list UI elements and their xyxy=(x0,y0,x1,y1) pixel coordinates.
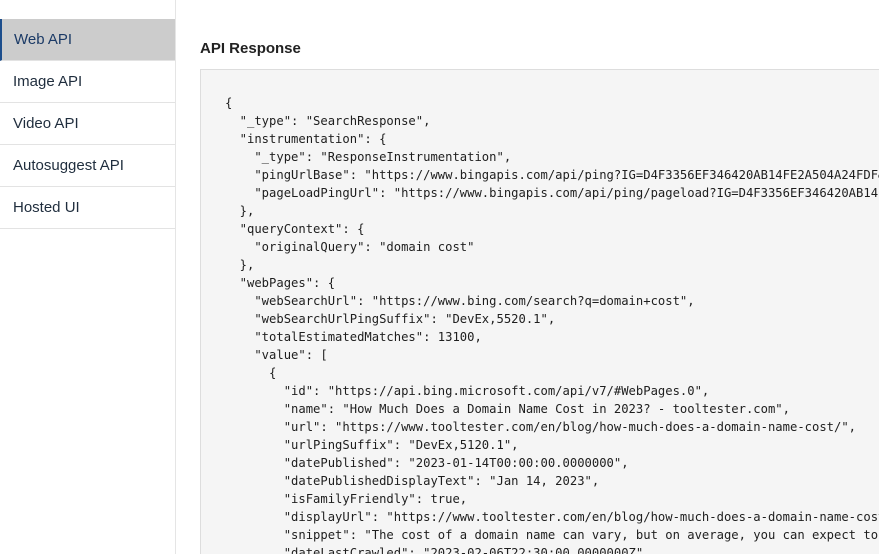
code-line: "originalQuery": "domain cost" xyxy=(225,240,475,254)
json-response-code: { "_type": "SearchResponse", "instrument… xyxy=(225,94,879,554)
code-line: "name": "How Much Does a Domain Name Cos… xyxy=(225,402,790,416)
code-line: { xyxy=(225,96,233,110)
code-line: "displayUrl": "https://www.tooltester.co… xyxy=(225,510,879,524)
code-line: "totalEstimatedMatches": 13100, xyxy=(225,330,482,344)
code-line: "urlPingSuffix": "DevEx,5120.1", xyxy=(225,438,519,452)
sidebar: Web API Image API Video API Autosuggest … xyxy=(0,0,176,554)
code-line: "webSearchUrlPingSuffix": "DevEx,5520.1"… xyxy=(225,312,556,326)
code-line: "datePublished": "2023-01-14T00:00:00.00… xyxy=(225,456,629,470)
code-line: "_type": "SearchResponse", xyxy=(225,114,431,128)
section-title: API Response xyxy=(200,40,301,57)
code-line: "_type": "ResponseInstrumentation", xyxy=(225,150,512,164)
code-line: "isFamilyFriendly": true, xyxy=(225,492,468,506)
code-line: "queryContext": { xyxy=(225,222,365,236)
sidebar-item-web-api[interactable]: Web API xyxy=(0,19,175,61)
code-line: "datePublishedDisplayText": "Jan 14, 202… xyxy=(225,474,600,488)
code-line: }, xyxy=(225,204,255,218)
sidebar-item-video-api[interactable]: Video API xyxy=(0,103,175,145)
code-line: "webSearchUrl": "https://www.bing.com/se… xyxy=(225,294,695,308)
main-content: API Response { "_type": "SearchResponse"… xyxy=(176,0,879,554)
sidebar-item-hosted-ui[interactable]: Hosted UI xyxy=(0,187,175,229)
code-line: { xyxy=(225,366,277,380)
sidebar-nav: Web API Image API Video API Autosuggest … xyxy=(0,19,175,229)
sidebar-item-image-api[interactable]: Image API xyxy=(0,61,175,103)
code-line: "url": "https://www.tooltester.com/en/bl… xyxy=(225,420,857,434)
code-line: "dateLastCrawled": "2023-02-06T22:30:00.… xyxy=(225,546,651,554)
sidebar-item-autosuggest-api[interactable]: Autosuggest API xyxy=(0,145,175,187)
code-line: "snippet": "The cost of a domain name ca… xyxy=(225,528,879,542)
code-line: "id": "https://api.bing.microsoft.com/ap… xyxy=(225,384,710,398)
api-response-panel[interactable]: { "_type": "SearchResponse", "instrument… xyxy=(200,69,879,554)
code-line: "pingUrlBase": "https://www.bingapis.com… xyxy=(225,168,879,182)
code-line: "webPages": { xyxy=(225,276,336,290)
code-line: "value": [ xyxy=(225,348,328,362)
page: Web API Image API Video API Autosuggest … xyxy=(0,0,879,554)
code-line: }, xyxy=(225,258,255,272)
code-line: "pageLoadPingUrl": "https://www.bingapis… xyxy=(225,186,879,200)
code-line: "instrumentation": { xyxy=(225,132,387,146)
